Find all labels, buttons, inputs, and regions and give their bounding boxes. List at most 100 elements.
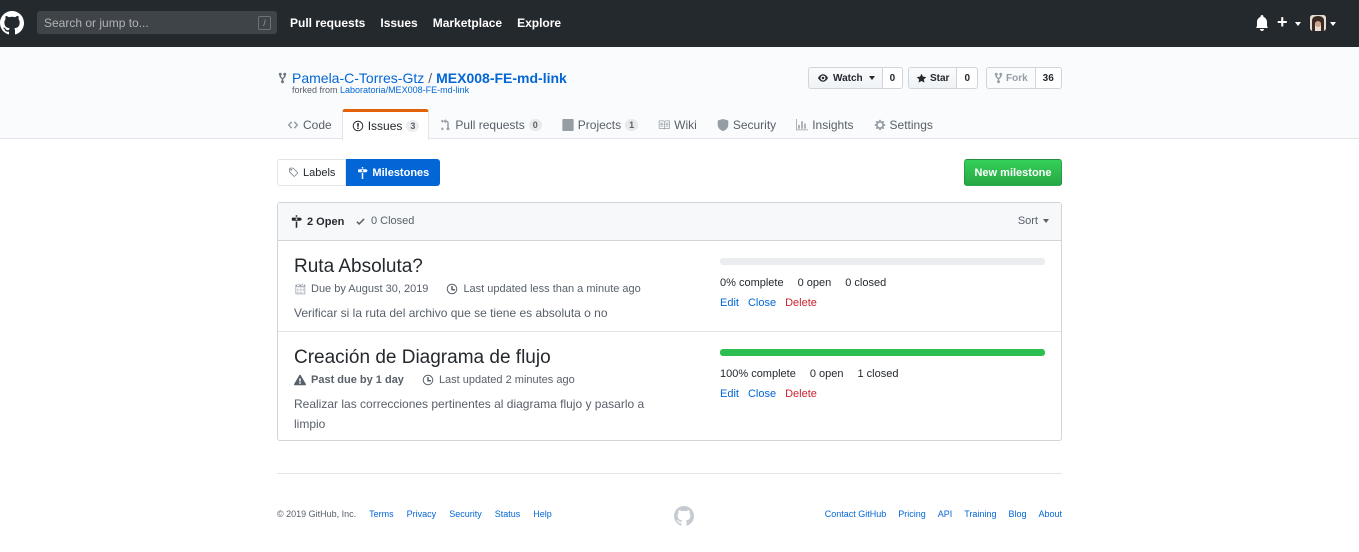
milestones-list: 2 Open 0 Closed Sort Ruta Absoluta? Due … [277, 202, 1062, 441]
milestone-delete-link[interactable]: Delete [785, 388, 817, 400]
nav-pull-requests[interactable]: Pull requests [290, 16, 365, 30]
fork-button[interactable]: Fork [986, 67, 1036, 89]
star-count[interactable]: 0 [957, 67, 979, 89]
user-menu-caret-icon[interactable] [1330, 22, 1336, 26]
repo-owner-link[interactable]: Pamela-C-Torres-Gtz [292, 70, 424, 86]
watch-count[interactable]: 0 [882, 67, 904, 89]
milestone-close-link[interactable]: Close [748, 388, 776, 400]
graph-icon [796, 118, 809, 130]
forked-from-link[interactable]: Laboratoria/MEX008-FE-md-link [340, 85, 469, 95]
star-button[interactable]: Star [908, 67, 958, 89]
create-new-plus-icon[interactable]: + [1277, 13, 1288, 31]
footer-link-pricing[interactable]: Pricing [898, 509, 926, 519]
footer-link-security[interactable]: Security [449, 509, 482, 519]
search-input[interactable] [37, 11, 247, 34]
footer-link-help[interactable]: Help [533, 509, 552, 519]
repo-separator: / [428, 70, 433, 86]
footer-link-training[interactable]: Training [964, 509, 996, 519]
issues-counter: 3 [406, 120, 420, 132]
tab-insights[interactable]: Insights [786, 109, 863, 139]
alert-icon [294, 374, 306, 386]
milestone-icon [291, 215, 302, 228]
milestones-link[interactable]: Milestones [346, 159, 441, 186]
footer-link-privacy[interactable]: Privacy [407, 509, 437, 519]
nav-marketplace[interactable]: Marketplace [433, 16, 502, 30]
nav-issues[interactable]: Issues [380, 16, 417, 30]
user-avatar[interactable] [1310, 15, 1326, 31]
pull-requests-counter: 0 [528, 118, 542, 131]
calendar-icon [295, 283, 306, 295]
milestone-open-count[interactable]: 0 open [798, 277, 832, 289]
projects-counter: 1 [625, 118, 639, 131]
milestone-stats: 100% complete 0 open 1 closed [720, 368, 898, 380]
milestone-title[interactable]: Ruta Absoluta? [294, 256, 423, 278]
milestone-actions: Edit Close Delete [720, 297, 817, 309]
tab-security[interactable]: Security [707, 109, 786, 139]
footer-link-blog[interactable]: Blog [1008, 509, 1026, 519]
star-label: Star [930, 72, 950, 84]
tab-code[interactable]: Code [277, 109, 342, 139]
repo-name-link[interactable]: MEX008-FE-md-link [436, 70, 567, 86]
project-icon [562, 118, 574, 131]
milestone-delete-link[interactable]: Delete [785, 297, 817, 309]
watch-action: Watch 0 [808, 67, 904, 89]
notifications-bell-icon[interactable] [1255, 15, 1269, 31]
open-milestones-filter[interactable]: 2 Open [291, 215, 344, 228]
nav-explore[interactable]: Explore [517, 16, 561, 30]
milestone-title[interactable]: Creación de Diagrama de flujo [294, 347, 551, 369]
milestone-progress-bar [720, 258, 1045, 265]
avatar-portrait-icon [1310, 15, 1326, 31]
watch-label: Watch [833, 72, 863, 84]
watch-button[interactable]: Watch [808, 67, 883, 89]
star-icon [916, 73, 927, 83]
footer-divider [277, 473, 1062, 474]
tab-pull-requests[interactable]: Pull requests 0 [429, 109, 551, 139]
tab-issues[interactable]: Issues 3 [341, 109, 430, 140]
milestone-percent-complete: 100% complete [720, 368, 796, 380]
tab-settings[interactable]: Settings [864, 109, 943, 139]
sort-label: Sort [1017, 215, 1038, 227]
milestone-edit-link[interactable]: Edit [720, 388, 739, 400]
milestone-open-count[interactable]: 0 open [810, 368, 844, 380]
new-milestone-button[interactable]: New milestone [964, 159, 1062, 186]
footer-link-contact-github[interactable]: Contact GitHub [825, 509, 887, 519]
sort-caret-icon [1043, 219, 1049, 223]
footer-link-terms[interactable]: Terms [369, 509, 394, 519]
milestone-item: Ruta Absoluta? Due by August 30, 2019 La… [278, 241, 1061, 332]
github-logo-icon[interactable] [0, 11, 24, 35]
milestone-meta: Due by August 30, 2019 Last updated less… [294, 283, 641, 295]
footer-link-api[interactable]: API [938, 509, 953, 519]
milestone-past-due: Past due by 1 day [311, 374, 404, 386]
labels-link[interactable]: Labels [277, 159, 347, 186]
tab-code-label: Code [303, 117, 332, 132]
milestone-edit-link[interactable]: Edit [720, 297, 739, 309]
fork-label: Fork [1006, 72, 1028, 84]
footer-link-status[interactable]: Status [495, 509, 521, 519]
code-icon [287, 120, 299, 129]
milestone-progress-bar [720, 349, 1045, 356]
tag-icon [289, 167, 299, 177]
milestone-actions: Edit Close Delete [720, 388, 817, 400]
milestone-closed-count[interactable]: 0 closed [845, 277, 886, 289]
create-new-caret-icon[interactable] [1295, 22, 1301, 26]
milestone-icon [358, 166, 369, 179]
milestones-label: Milestones [372, 166, 430, 179]
repo-forked-icon [278, 72, 287, 84]
github-mark-icon[interactable] [674, 506, 694, 526]
sort-dropdown[interactable]: Sort [1018, 215, 1049, 227]
fork-count[interactable]: 36 [1035, 67, 1062, 89]
milestone-close-link[interactable]: Close [748, 297, 776, 309]
tab-projects-label: Projects [577, 117, 622, 132]
git-pull-request-icon [441, 118, 450, 130]
footer-link-about[interactable]: About [1038, 509, 1062, 519]
eye-icon [818, 74, 828, 82]
global-header: / Pull requests Issues Marketplace Explo… [0, 0, 1359, 47]
tab-pull-requests-label: Pull requests [455, 117, 525, 132]
clock-icon [447, 283, 458, 295]
milestone-closed-count[interactable]: 1 closed [857, 368, 898, 380]
tab-wiki[interactable]: Wiki [648, 109, 707, 139]
closed-milestones-filter[interactable]: 0 Closed [355, 215, 414, 227]
tab-projects[interactable]: Projects 1 [552, 109, 648, 139]
footer-copyright: © 2019 GitHub, Inc. [277, 509, 357, 519]
search-shortcut-key: / [258, 16, 271, 30]
